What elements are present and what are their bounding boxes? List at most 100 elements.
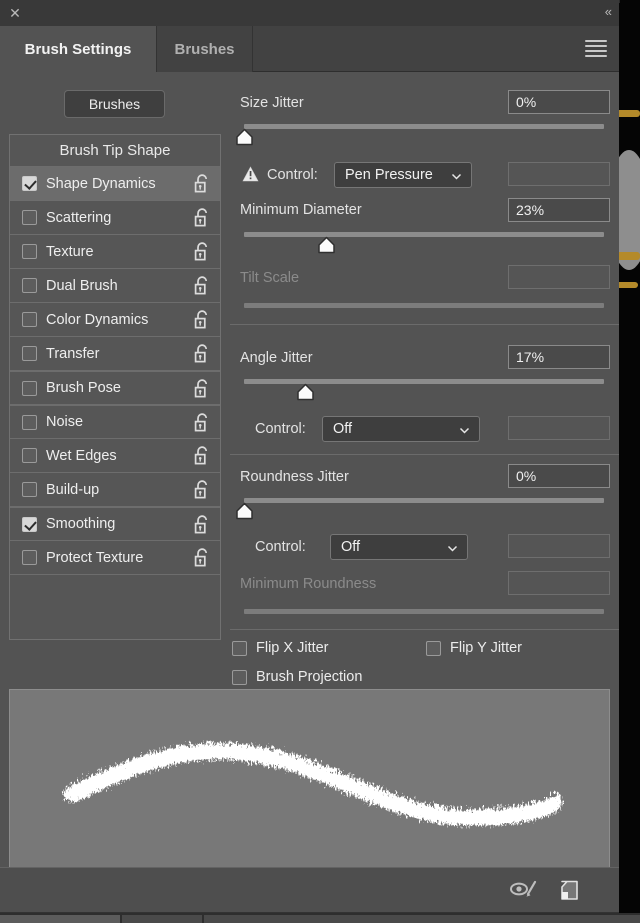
- roundness-jitter-label: Roundness Jitter: [240, 469, 349, 485]
- sidebar-item-label: Brush Pose: [46, 380, 121, 396]
- checkbox-icon: [232, 669, 247, 685]
- sidebar-item-dual-brush[interactable]: Dual Brush: [10, 269, 220, 303]
- tilt-scale-label: Tilt Scale: [240, 270, 300, 286]
- checkbox-icon[interactable]: [22, 550, 37, 565]
- window-footer-strip: [0, 913, 640, 923]
- unlocked-padlock-icon[interactable]: [194, 446, 210, 465]
- unlocked-padlock-icon[interactable]: [194, 344, 210, 363]
- sidebar-item-color-dynamics[interactable]: Color Dynamics: [10, 303, 220, 337]
- sidebar-item-label: Shape Dynamics: [46, 175, 156, 192]
- unlocked-padlock-icon[interactable]: [194, 174, 210, 193]
- sidebar-item-label: Build-up: [46, 481, 100, 498]
- sidebar-item-label: Transfer: [46, 345, 100, 362]
- checkbox-icon: [232, 640, 247, 656]
- sidebar-item-transfer[interactable]: Transfer: [10, 337, 220, 371]
- unlocked-padlock-icon[interactable]: [194, 276, 210, 295]
- checkbox-icon[interactable]: [22, 244, 37, 259]
- roundness-jitter-control-extra[interactable]: [508, 534, 610, 558]
- checkbox-icon[interactable]: [22, 516, 37, 532]
- tilt-scale-slider-track: [244, 303, 604, 308]
- sidebar-item-label: Scattering: [46, 209, 112, 226]
- unlocked-padlock-icon[interactable]: [194, 548, 210, 567]
- brush-projection-label: Brush Projection: [256, 669, 363, 685]
- unlocked-padlock-icon[interactable]: [194, 413, 210, 432]
- checkbox-icon[interactable]: [22, 176, 37, 191]
- unlocked-padlock-icon[interactable]: [194, 480, 210, 499]
- brush-tip-shape-list: Brush Tip Shape Shape Dynamics Scattering…: [9, 134, 221, 640]
- angle-jitter-control-label: Control:: [255, 421, 306, 437]
- size-jitter-control-extra[interactable]: [508, 162, 610, 186]
- brushes-button[interactable]: Brushes: [64, 90, 165, 118]
- roundness-jitter-control-value: Off: [341, 539, 361, 555]
- close-icon[interactable]: ✕: [8, 6, 22, 20]
- sidebar-item-label: Texture: [46, 243, 94, 260]
- angle-jitter-slider-handle[interactable]: [296, 383, 315, 402]
- checkbox-icon[interactable]: [22, 414, 37, 430]
- sidebar-item-build-up[interactable]: Build-up: [10, 473, 220, 507]
- angle-jitter-label: Angle Jitter: [240, 350, 313, 366]
- hamburger-menu-icon[interactable]: [585, 40, 607, 57]
- sidebar-item-scattering[interactable]: Scattering: [10, 201, 220, 235]
- tab-brushes[interactable]: Brushes: [157, 26, 253, 72]
- checkbox-icon[interactable]: [22, 448, 37, 463]
- panel-title-bar: ✕ «: [0, 0, 619, 26]
- unlocked-padlock-icon[interactable]: [194, 310, 210, 329]
- size-jitter-control-value: Pen Pressure: [345, 167, 433, 183]
- size-jitter-slider-handle[interactable]: [235, 128, 254, 147]
- size-jitter-value[interactable]: 0%: [508, 90, 610, 114]
- roundness-jitter-control-select[interactable]: Off: [330, 534, 468, 560]
- roundness-jitter-value[interactable]: 0%: [508, 464, 610, 488]
- flip-x-jitter-label: Flip X Jitter: [256, 640, 329, 656]
- checkbox-icon[interactable]: [22, 210, 37, 225]
- chevron-down-icon: [451, 170, 462, 181]
- checkbox-icon[interactable]: [22, 482, 37, 497]
- sidebar-item-wet-edges[interactable]: Wet Edges: [10, 439, 220, 473]
- minimum-diameter-slider-handle[interactable]: [317, 236, 336, 255]
- checkbox-icon[interactable]: [22, 312, 37, 327]
- size-jitter-slider-track[interactable]: [244, 124, 604, 129]
- sidebar-item-smoothing[interactable]: Smoothing: [10, 507, 220, 541]
- checkbox-icon[interactable]: [22, 278, 37, 293]
- minimum-diameter-slider-track[interactable]: [244, 232, 604, 237]
- flip-x-jitter-checkbox[interactable]: Flip X Jitter: [232, 640, 329, 656]
- chevron-down-icon: [447, 542, 458, 553]
- unlocked-padlock-icon[interactable]: [194, 242, 210, 261]
- tilt-scale-value[interactable]: [508, 265, 610, 289]
- angle-jitter-control-extra[interactable]: [508, 416, 610, 440]
- collapse-panel-icon[interactable]: «: [605, 4, 612, 19]
- brush-projection-checkbox[interactable]: Brush Projection: [232, 669, 362, 685]
- create-new-brush-icon[interactable]: [560, 880, 580, 906]
- unlocked-padlock-icon[interactable]: [194, 379, 210, 398]
- brush-tip-shape-header[interactable]: Brush Tip Shape: [10, 135, 220, 167]
- brush-stroke-preview: [9, 689, 610, 868]
- unlocked-padlock-icon[interactable]: [194, 515, 210, 534]
- minimum-roundness-value[interactable]: [508, 571, 610, 595]
- unlocked-padlock-icon[interactable]: [194, 208, 210, 227]
- sidebar-item-protect-texture[interactable]: Protect Texture: [10, 541, 220, 575]
- sidebar-item-noise[interactable]: Noise: [10, 405, 220, 439]
- tab-brush-settings[interactable]: Brush Settings: [0, 26, 157, 72]
- sidebar-item-texture[interactable]: Texture: [10, 235, 220, 269]
- minimum-diameter-label: Minimum Diameter: [240, 202, 362, 218]
- section-divider: [230, 629, 619, 630]
- sidebar-item-shape-dynamics[interactable]: Shape Dynamics: [10, 167, 220, 201]
- panel-body: Brushes Brush Tip Shape Shape Dynamics Sc…: [0, 72, 619, 868]
- brush-settings-panel: ✕ « Brush Settings Brushes Brushes Brush…: [0, 0, 640, 923]
- angle-jitter-control-select[interactable]: Off: [322, 416, 480, 442]
- size-jitter-control-select[interactable]: Pen Pressure: [334, 162, 472, 188]
- roundness-jitter-slider-track[interactable]: [244, 498, 604, 503]
- minimum-roundness-label: Minimum Roundness: [240, 576, 377, 592]
- sidebar-item-brush-pose[interactable]: Brush Pose: [10, 371, 220, 405]
- panel-tab-bar: Brush Settings Brushes: [0, 26, 619, 72]
- angle-jitter-value[interactable]: 17%: [508, 345, 610, 369]
- checkbox-icon[interactable]: [22, 380, 37, 396]
- sidebar-item-label: Wet Edges: [46, 447, 117, 464]
- minimum-diameter-value[interactable]: 23%: [508, 198, 610, 222]
- toggle-live-tip-brush-preview-icon[interactable]: [510, 880, 538, 905]
- sidebar-item-label: Color Dynamics: [46, 311, 149, 328]
- roundness-jitter-slider-handle[interactable]: [235, 502, 254, 521]
- flip-y-jitter-checkbox[interactable]: Flip Y Jitter: [426, 640, 522, 656]
- sidebar-item-label: Protect Texture: [46, 549, 144, 566]
- checkbox-icon[interactable]: [22, 346, 37, 361]
- checkbox-icon: [426, 640, 441, 656]
